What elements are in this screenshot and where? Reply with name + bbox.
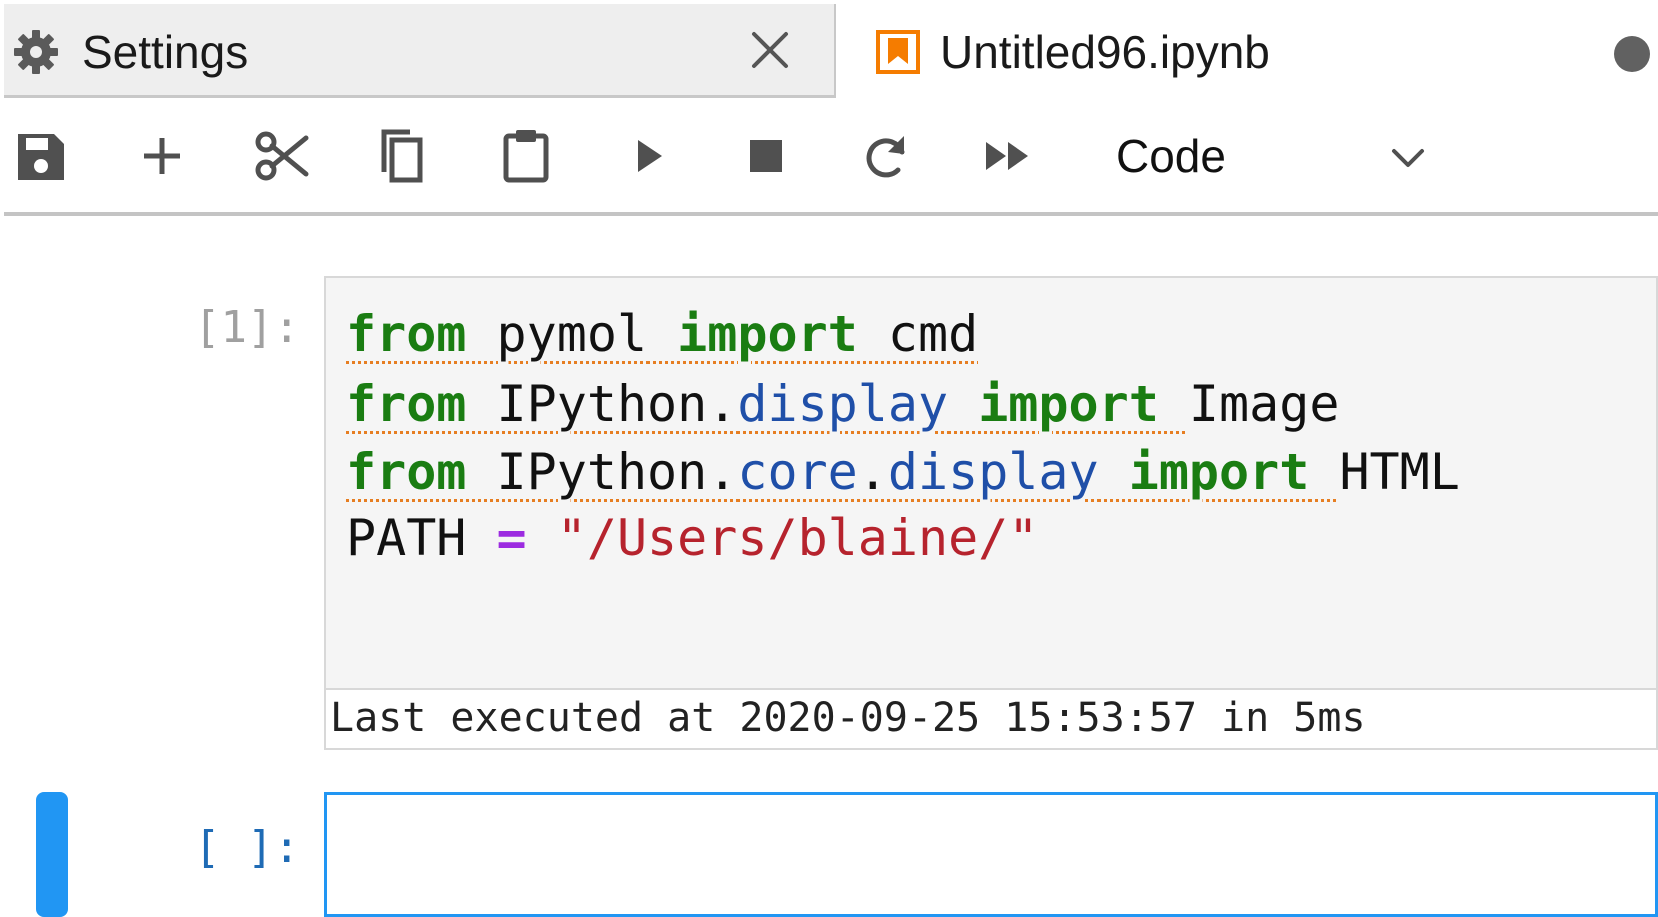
save-icon[interactable] xyxy=(8,124,72,188)
run-icon[interactable] xyxy=(616,124,680,188)
close-icon[interactable] xyxy=(748,28,792,72)
paste-icon[interactable] xyxy=(494,124,558,188)
add-cell-icon[interactable] xyxy=(130,124,194,188)
code-module: IPython. xyxy=(496,375,738,433)
cell-2-input[interactable] xyxy=(324,792,1658,917)
notebook-toolbar: Code xyxy=(4,112,1658,216)
code-dot: . xyxy=(857,443,888,501)
code-keyword: import xyxy=(978,375,1159,433)
cell-1-prompt: [1]: xyxy=(194,302,300,353)
code-keyword: import xyxy=(1128,443,1310,501)
tab-settings-label: Settings xyxy=(82,26,249,78)
code-operator: = xyxy=(496,509,527,567)
cell-2-prompt: [ ]: xyxy=(194,822,300,873)
execution-timestamp: Last executed at 2020-09-25 15:53:57 in … xyxy=(330,695,1366,741)
tab-bar: Settings Untitled96.ipynb xyxy=(0,0,1658,100)
code-string: "/Users/blaine/" xyxy=(556,509,1039,567)
code-module: pymol xyxy=(496,305,648,363)
code-name: cmd xyxy=(887,305,979,363)
tab-notebook[interactable]: Untitled96.ipynb xyxy=(836,4,1658,100)
tab-notebook-label: Untitled96.ipynb xyxy=(940,26,1270,78)
code-line-3: from IPython.core.display import HTML xyxy=(346,440,1460,504)
notebook-icon xyxy=(874,28,922,76)
code-keyword: from xyxy=(346,375,467,433)
code-keyword: import xyxy=(677,305,858,363)
copy-icon[interactable] xyxy=(370,124,434,188)
code-line-1: from pymol import cmd xyxy=(346,302,978,366)
code-line-2: from IPython.display import Image xyxy=(346,372,1339,436)
stop-icon[interactable] xyxy=(734,124,798,188)
code-attribute: display xyxy=(737,375,949,433)
code-name: HTML xyxy=(1339,443,1460,501)
code-module: IPython. xyxy=(496,443,738,501)
code-attribute: core xyxy=(737,443,858,501)
cut-icon[interactable] xyxy=(250,124,314,188)
code-line-4: PATH = "/Users/blaine/" xyxy=(346,506,1038,570)
code-variable: PATH xyxy=(346,509,467,567)
cell-type-value: Code xyxy=(1116,130,1226,182)
run-all-icon[interactable] xyxy=(976,124,1040,188)
code-name: Image xyxy=(1188,375,1340,433)
chevron-down-icon xyxy=(1386,136,1430,180)
unsaved-dot-icon[interactable] xyxy=(1614,36,1650,72)
code-attribute: display xyxy=(887,443,1099,501)
cell-type-select[interactable]: Code xyxy=(1116,126,1436,186)
cell-1-execution-info: Last executed at 2020-09-25 15:53:57 in … xyxy=(324,690,1658,750)
gear-icon xyxy=(12,28,60,76)
code-keyword: from xyxy=(346,443,467,501)
tab-settings[interactable]: Settings xyxy=(4,4,836,98)
active-cell-marker[interactable] xyxy=(36,792,68,917)
code-keyword: from xyxy=(346,305,467,363)
cell-1-input[interactable]: from pymol import cmd from IPython.displ… xyxy=(324,276,1658,690)
restart-icon[interactable] xyxy=(854,124,918,188)
